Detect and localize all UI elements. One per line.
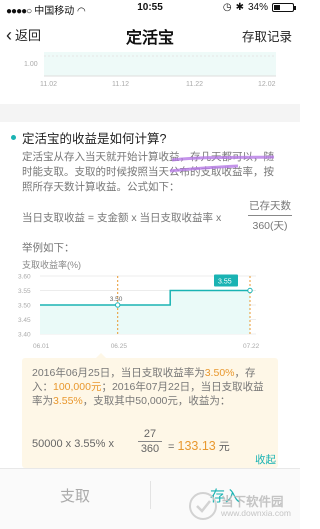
x-tick-label-0: 06.01 (33, 343, 50, 350)
section-divider (0, 104, 300, 122)
battery-icon (272, 3, 296, 12)
x-tick-label-2: 07.22 (243, 343, 260, 350)
example-calc-result: 133.13 (177, 439, 216, 453)
example-formula: 50000 x 3.55% x 27 360 = 133.13 元 (32, 428, 270, 462)
annotation-label-0: 3.50 (110, 296, 123, 303)
example-rate-1: 3.50% (204, 367, 235, 379)
x-tick-label-1: 06.25 (111, 343, 128, 350)
example-calc-unit: 元 (218, 441, 230, 453)
marker-point-1 (247, 287, 253, 294)
annotation-label-1: 3.55 (218, 279, 232, 286)
example-line1-a: 2016年06月25日，当日支取收益率为 (32, 367, 205, 379)
formula-lhs: 当日支取收益 = 支金额 x 当日支取收益率 x (22, 212, 222, 224)
top-chart: 1.00 11.02 11.12 11.22 12.02 (0, 52, 300, 102)
example-calc-numerator: 27 (138, 428, 162, 442)
example-rate-2: 3.55% (53, 395, 83, 407)
battery-fill (274, 5, 281, 10)
example-calc-part2: = 133.13 元 (168, 438, 230, 454)
watermark: 当下软件园 www.downxia.com (188, 487, 296, 523)
formula-denominator: 360(天) (252, 220, 288, 232)
example-calc-denominator: 360 (140, 443, 160, 455)
watermark-logo-icon (189, 492, 217, 520)
rate-chart-svg: 3.60 3.55 3.50 3.45 3.40 3.50 3.55 06.01 06.25 07… (18, 274, 260, 351)
top-chart-svg: 1.00 11.02 11.12 11.22 12.02 (24, 52, 276, 88)
y-tick-label-0: 3.60 (18, 274, 31, 281)
example-amount: 100,000元 (53, 381, 102, 393)
marker-point-0 (115, 302, 121, 308)
example-calc-part1: 50000 x 3.55% x (32, 438, 114, 450)
top-chart-date-3: 12.02 (258, 81, 276, 88)
pen-stroke-2 (169, 164, 239, 173)
top-chart-date-2: 11.22 (186, 81, 203, 88)
section-title: 定活宝的收益是如何计算? (11, 128, 166, 147)
y-tick-label-4: 3.40 (18, 332, 31, 339)
example-box-arrow (96, 353, 106, 358)
top-chart-date-0: 11.02 (40, 81, 57, 88)
formula: 当日支取收益 = 支金额 x 当日支取收益率 x 已存天数 360(天) (22, 198, 292, 236)
alarm-icon: ◷ (222, 2, 232, 13)
section-title-text: 定活宝的收益是如何计算? (22, 132, 167, 146)
example-calc-fraction: 27 360 (138, 428, 162, 455)
pen-highlight (169, 155, 275, 173)
example-label: 举例如下： (22, 242, 75, 254)
status-right: ◷ ✱ 34% (222, 2, 296, 13)
series-area (40, 290, 250, 334)
collapse-link[interactable]: 收起 (255, 452, 276, 467)
watermark-url: www.downxia.com (221, 508, 291, 518)
y-tick-label-1: 3.55 (18, 288, 31, 295)
formula-fraction: 已存天数 360(天) (248, 198, 292, 233)
bluetooth-icon: ✱ (235, 2, 244, 13)
y-tick-label-3: 3.45 (18, 317, 31, 324)
records-link[interactable]: 存取记录 (242, 26, 292, 45)
pen-stroke-1 (171, 155, 275, 162)
top-chart-tick: 1.00 (24, 61, 38, 68)
bullet-icon (11, 135, 16, 140)
example-line2-b: ，支取其中50,000元，收益为： (82, 395, 231, 407)
y-tick-label-2: 3.50 (18, 303, 31, 310)
example-calc-eq: = (168, 441, 175, 453)
example-text: 2016年06月25日，当日支取收益率为3.50%，存入：100,000元；20… (32, 366, 270, 408)
example-box: 2016年06月25日，当日支取收益率为3.50%，存入：100,000元；20… (22, 353, 278, 468)
battery-percent: 34% (247, 2, 268, 13)
nav-bar: ‹ 返回 定活宝 存取记录 (0, 16, 300, 52)
formula-numerator: 已存天数 (248, 198, 292, 216)
status-bar: ●●●●○ 中国移动 ◠ 10:55 ◷ ✱ 34% (0, 0, 300, 17)
top-chart-date-1: 11.12 (112, 81, 129, 88)
withdraw-button[interactable]: 支取 (0, 485, 150, 506)
example-chart: 3.60 3.55 3.50 3.45 3.40 3.50 3.55 06.01 06.25 07… (0, 270, 300, 356)
